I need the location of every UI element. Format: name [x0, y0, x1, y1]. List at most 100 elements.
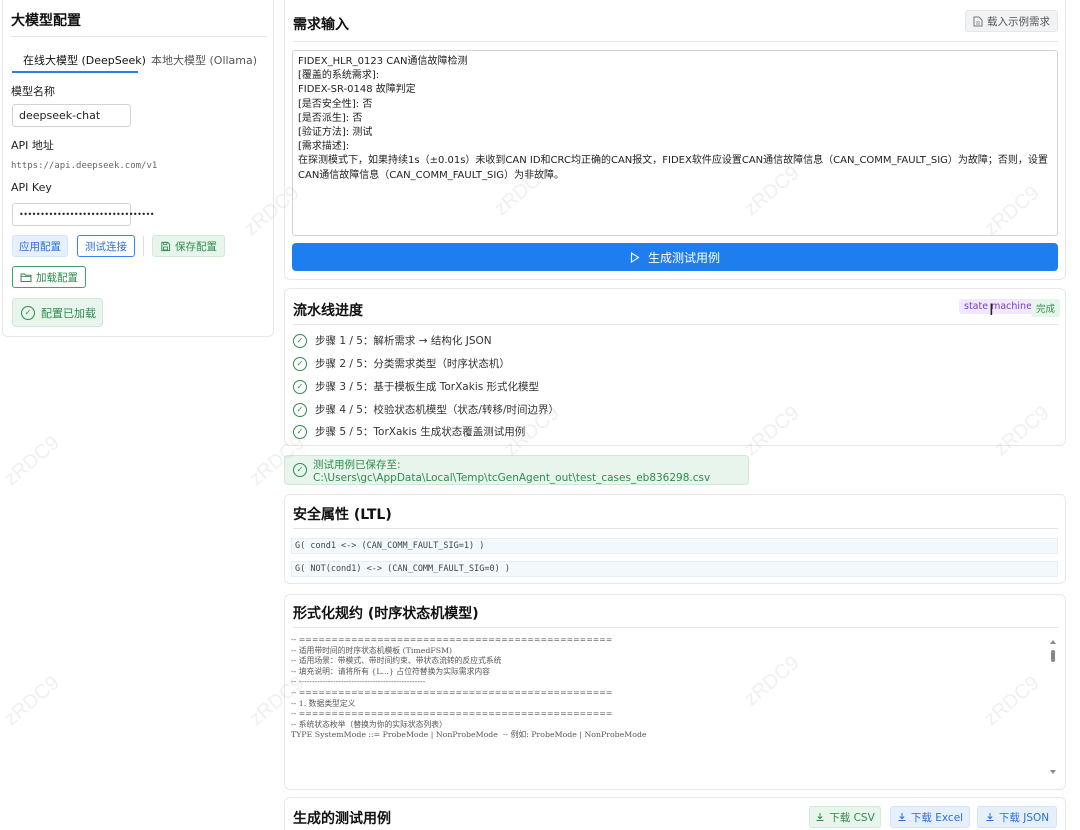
pipeline-progress-panel: 流水线进度 state machine 完成 ✓ 步骤 1 / 5：解析需求 → … [284, 288, 1066, 446]
code-line: -- 填充说明：请将所有 {L...} 占位符替换为实际需求内容 [291, 666, 490, 676]
model-name-input[interactable]: deepseek-chat [12, 104, 131, 127]
tab-local-ollama[interactable]: 本地大模型 (Ollama) [151, 52, 257, 68]
generate-label: 生成测试用例 [647, 250, 720, 265]
ltl-properties-panel: 安全属性 (LTL) G( cond1 <-> (CAN_COMM_FAULT_… [284, 494, 1066, 584]
saved-path-notice: ✓ 测试用例已保存至: C:\Users\gc\AppData\Local\Te… [284, 455, 749, 485]
save-config-button[interactable]: 保存配置 [152, 235, 225, 257]
check-circle-icon: ✓ [293, 463, 307, 477]
requirement-line: FIDEX-SR-0148 故障判定 [298, 84, 416, 96]
download-icon [816, 813, 824, 821]
requirement-input-panel: 需求输入 载入示例需求 FIDEX_HLR_0123 CAN通信故障检测 [覆盖… [284, 0, 1066, 280]
tests-title: 生成的测试用例 [293, 811, 391, 827]
watermark: zRDC9 [0, 431, 64, 491]
divider [293, 627, 1058, 628]
folder-icon [20, 273, 32, 282]
tab-online-deepseek[interactable]: 在线大模型 (DeepSeek) [23, 52, 146, 68]
step-label: 步骤 5 / 5：TorXakis 生成状态覆盖测试用例 [315, 426, 526, 438]
pipeline-step: ✓ 步骤 5 / 5：TorXakis 生成状态覆盖测试用例 [293, 424, 525, 439]
text-cursor-icon: I [989, 300, 994, 319]
requirement-line: [覆盖的系统需求]: [298, 70, 380, 82]
sidebar-title: 大模型配置 [11, 13, 81, 29]
code-line: -- 系统状态枚举（替换为你的实际状态列表） [291, 719, 447, 729]
scrollbar[interactable] [1049, 637, 1057, 777]
type-badge: state machine [959, 299, 1037, 314]
api-key-value: •••••••••••••••••••••••••••••••• [19, 210, 155, 219]
download-icon [898, 813, 906, 821]
pipeline-step: ✓ 步骤 2 / 5：分类需求类型（时序状态机） [293, 356, 510, 371]
model-name-value: deepseek-chat [19, 109, 101, 122]
requirement-line: [是否派生]: 否 [298, 112, 363, 124]
api-url-label: API 地址 [11, 139, 54, 152]
watermark: zRDC9 [0, 671, 64, 731]
download-excel-button[interactable]: 下载 Excel [890, 806, 970, 828]
scrollbar-graphic [1050, 640, 1056, 774]
requirement-title: 需求输入 [293, 17, 349, 33]
code-line: TYPE SystemMode ::= ProbeMode | NonProbe… [291, 730, 647, 740]
formal-spec-code[interactable]: -- =====================================… [291, 635, 1061, 783]
download-csv-button[interactable]: 下载 CSV [809, 806, 881, 828]
step-label: 步骤 2 / 5：分类需求类型（时序状态机） [315, 358, 510, 370]
generated-tests-panel: 生成的测试用例 下载 CSV 下载 Excel 下载 JSON [284, 797, 1066, 830]
pipeline-step: ✓ 步骤 3 / 5：基于模板生成 TorXakis 形式化模型 [293, 379, 539, 394]
divider [293, 324, 1058, 325]
save-config-label: 保存配置 [175, 240, 217, 253]
llm-config-panel: 大模型配置 在线大模型 (DeepSeek) 本地大模型 (Ollama) 模型… [2, 0, 274, 337]
ltl-title: 安全属性 (LTL) [293, 507, 392, 523]
tab-underline [12, 71, 138, 73]
formal-title: 形式化规约 (时序状态机模型) [293, 606, 479, 622]
document-icon [973, 16, 983, 26]
check-circle-icon: ✓ [293, 333, 307, 348]
apply-config-button[interactable]: 应用配置 [12, 235, 68, 257]
model-name-label: 模型名称 [11, 85, 55, 98]
requirement-line: [是否安全性]: 否 [298, 98, 373, 110]
config-status-text: 配置已加载 [41, 306, 96, 320]
step-label: 步骤 3 / 5：基于模板生成 TorXakis 形式化模型 [315, 381, 540, 393]
saved-path-text: 测试用例已保存至: C:\Users\gc\AppData\Local\Temp… [313, 458, 711, 484]
test-connection-label: 测试连接 [85, 240, 127, 253]
divider [293, 528, 1058, 529]
requirement-line: [需求描述]: [298, 141, 350, 153]
test-connection-button[interactable]: 测试连接 [77, 235, 135, 257]
ltl-row: G( cond1 <-> (CAN_COMM_FAULT_SIG=1) ) [291, 538, 1058, 554]
check-circle-icon: ✓ [293, 356, 307, 371]
step-label: 步骤 1 / 5：解析需求 → 结构化 JSON [315, 335, 492, 347]
check-circle-icon: ✓ [21, 305, 35, 320]
api-url-value[interactable]: https://api.deepseek.com/v1 [11, 161, 157, 171]
load-example-label: 载入示例需求 [987, 15, 1050, 28]
play-icon [630, 251, 640, 263]
download-json-button[interactable]: 下载 JSON [977, 806, 1057, 828]
apply-config-label: 应用配置 [19, 240, 61, 253]
code-line: -- -------------------------------------… [291, 677, 426, 687]
ltl-row: G( NOT(cond1) <-> (CAN_COMM_FAULT_SIG=0)… [291, 561, 1058, 577]
code-line: -- =====================================… [291, 687, 613, 697]
divider [11, 36, 267, 37]
requirement-textarea[interactable]: FIDEX_HLR_0123 CAN通信故障检测 [覆盖的系统需求]: FIDE… [292, 50, 1058, 236]
download-excel-label: 下载 Excel [910, 811, 964, 824]
requirement-line: [验证方法]: 测试 [298, 127, 373, 139]
load-config-button[interactable]: 加载配置 [12, 266, 86, 288]
pipeline-step: ✓ 步骤 4 / 5：校验状态机模型（状态/转移/时间边界） [293, 402, 559, 417]
button-separator [143, 236, 144, 256]
save-icon [161, 241, 171, 251]
code-line: -- =====================================… [291, 635, 613, 644]
config-status-box: ✓ 配置已加载 [12, 298, 103, 327]
code-line: -- 适用场景：带模式、带时间约束、带状态流转的反应式系统 [291, 656, 502, 666]
requirement-line: 在探测模式下，如果持续1s（±0.01s）未收到CAN ID和CRC均正确的CA… [298, 155, 1048, 181]
step-label: 步骤 4 / 5：校验状态机模型（状态/转移/时间边界） [315, 404, 559, 416]
check-circle-icon: ✓ [293, 424, 307, 439]
load-config-label: 加载配置 [36, 271, 78, 284]
divider [293, 41, 1058, 42]
api-key-label: API Key [11, 181, 52, 194]
api-key-input[interactable]: •••••••••••••••••••••••••••••••• [12, 203, 155, 226]
code-line: -- 1. 数据类型定义 [291, 698, 356, 708]
download-csv-label: 下载 CSV [829, 811, 875, 824]
download-json-label: 下载 JSON [998, 811, 1050, 824]
load-example-button[interactable]: 载入示例需求 [965, 10, 1058, 32]
pipeline-step: ✓ 步骤 1 / 5：解析需求 → 结构化 JSON [293, 333, 492, 348]
code-line: -- =====================================… [291, 709, 613, 719]
requirement-line: FIDEX_HLR_0123 CAN通信故障检测 [298, 56, 468, 67]
status-badge: 完成 [1031, 299, 1061, 317]
download-icon [986, 813, 994, 821]
generate-test-cases-button[interactable]: 生成测试用例 [292, 243, 1058, 271]
check-circle-icon: ✓ [293, 379, 307, 394]
